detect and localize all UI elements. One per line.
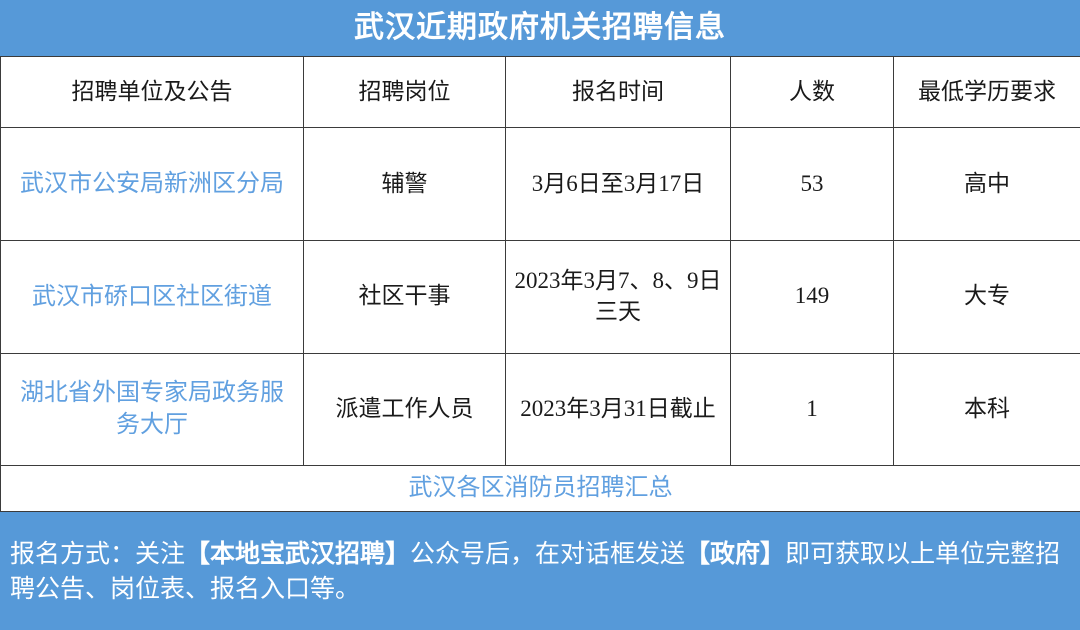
table-summary-row: 武汉各区消防员招聘汇总 bbox=[0, 465, 1080, 512]
cell-position: 辅警 bbox=[303, 127, 506, 241]
table-row: 武汉市硚口区社区街道 社区干事 2023年3月7、8、9日三天 149 大专 bbox=[0, 239, 1080, 354]
cell-position: 社区干事 bbox=[303, 239, 506, 354]
cell-signup-time: 2023年3月31日截止 bbox=[505, 352, 731, 467]
column-header-organization: 招聘单位及公告 bbox=[0, 56, 304, 128]
page-title: 武汉近期政府机关招聘信息 bbox=[354, 11, 726, 44]
recruitment-info-card: 武汉近期政府机关招聘信息 招聘单位及公告 招聘岗位 报名时间 人数 最低学历要求… bbox=[0, 0, 1080, 630]
footer-note-banner: 报名方式：关注【本地宝武汉招聘】公众号后，在对话框发送【政府】即可获取以上单位完… bbox=[0, 512, 1080, 630]
note-part-middle: 公众号后，在对话框发送 bbox=[410, 539, 686, 568]
table-row: 武汉市公安局新洲区分局 辅警 3月6日至3月17日 53 高中 bbox=[0, 127, 1080, 241]
cell-count: 1 bbox=[730, 352, 894, 467]
column-header-education: 最低学历要求 bbox=[893, 56, 1080, 128]
cell-organization-link[interactable]: 武汉市公安局新洲区分局 bbox=[0, 127, 304, 241]
column-header-count: 人数 bbox=[730, 56, 894, 128]
column-header-signup-time: 报名时间 bbox=[505, 56, 731, 128]
cell-count: 149 bbox=[730, 239, 894, 354]
cell-count: 53 bbox=[730, 127, 894, 241]
footer-note-text: 报名方式：关注【本地宝武汉招聘】公众号后，在对话框发送【政府】即可获取以上单位完… bbox=[10, 537, 1072, 608]
table-header-row: 招聘单位及公告 招聘岗位 报名时间 人数 最低学历要求 bbox=[0, 56, 1080, 128]
table-row: 湖北省外国专家局政务服务大厅 派遣工作人员 2023年3月31日截止 1 本科 bbox=[0, 352, 1080, 467]
table-body: 武汉市公安局新洲区分局 辅警 3月6日至3月17日 53 高中 武汉市硚口区社区… bbox=[0, 127, 1080, 512]
note-part-account: 【本地宝武汉招聘】 bbox=[185, 539, 411, 568]
cell-organization-link[interactable]: 湖北省外国专家局政务服务大厅 bbox=[0, 352, 304, 467]
note-part-keyword: 【政府】 bbox=[685, 539, 786, 568]
title-banner: 武汉近期政府机关招聘信息 bbox=[0, 0, 1080, 56]
cell-education: 本科 bbox=[893, 352, 1080, 467]
cell-education: 大专 bbox=[893, 239, 1080, 354]
table-header: 招聘单位及公告 招聘岗位 报名时间 人数 最低学历要求 bbox=[0, 56, 1080, 128]
recruitment-table: 招聘单位及公告 招聘岗位 报名时间 人数 最低学历要求 武汉市公安局新洲区分局 … bbox=[0, 56, 1080, 512]
summary-link[interactable]: 武汉各区消防员招聘汇总 bbox=[0, 465, 1080, 512]
column-header-position: 招聘岗位 bbox=[303, 56, 506, 128]
cell-signup-time: 2023年3月7、8、9日三天 bbox=[505, 239, 731, 354]
cell-education: 高中 bbox=[893, 127, 1080, 241]
cell-position: 派遣工作人员 bbox=[303, 352, 506, 467]
cell-signup-time: 3月6日至3月17日 bbox=[505, 127, 731, 241]
cell-organization-link[interactable]: 武汉市硚口区社区街道 bbox=[0, 239, 304, 354]
note-part-intro: 报名方式：关注 bbox=[10, 539, 186, 568]
